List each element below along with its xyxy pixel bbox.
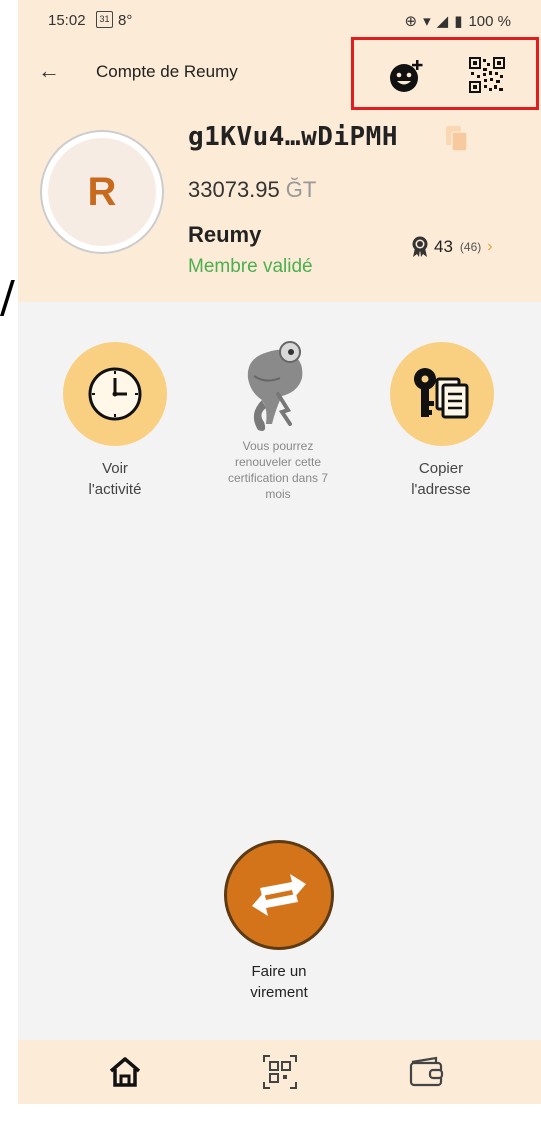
renew-certification-text: Vous pourrez renouveler cette certificat… (227, 439, 329, 501)
copy-address-label: Copier l'adresse (411, 460, 471, 498)
cert-count: 43 (434, 237, 453, 256)
stray-slash-mark: / (0, 272, 15, 323)
clock-icon (88, 367, 142, 421)
copy-icon[interactable] (444, 124, 470, 154)
battery-icon: ▮ (454, 13, 463, 30)
avatar-letter: R (87, 169, 117, 214)
wifi-icon: ▾ (423, 13, 431, 30)
copy-address-button[interactable] (390, 342, 494, 446)
avatar: R (40, 130, 164, 254)
transfer-arrows-icon (252, 874, 306, 916)
certification-badge-icon (412, 236, 428, 257)
wallet-icon[interactable] (406, 1052, 446, 1092)
balance-value: 33073.95 (188, 177, 280, 202)
certifications-link[interactable]: 43 (46) › (410, 236, 493, 258)
chameleon-illustration (247, 341, 303, 431)
battery-percent: 100 % (468, 12, 511, 30)
bottom-navigation (18, 1040, 541, 1104)
status-bar: 15:02 31 8° ⊕ ▾ ◢ ▮ 100 % (18, 0, 541, 42)
status-indicators: ⊕ ▾ ◢ ▮ 100 % (404, 12, 511, 31)
key-document-icon (414, 368, 469, 419)
signal-icon: ◢ (436, 13, 449, 30)
public-key: g1KVu4…wDiPMH (188, 122, 398, 152)
add-contact-icon[interactable] (388, 58, 424, 94)
chevron-right-icon: › (487, 238, 493, 255)
qr-code-icon[interactable] (468, 56, 506, 94)
home-icon[interactable] (105, 1052, 145, 1092)
phone-screen: 15:02 31 8° ⊕ ▾ ◢ ▮ 100 % ← Compte de Re… (18, 0, 541, 1104)
avatar-inner: R (48, 138, 156, 246)
transfer-button[interactable] (224, 840, 334, 950)
cert-total: (46) (459, 240, 482, 254)
member-status: Membre validé (188, 256, 313, 277)
view-activity-button[interactable] (63, 342, 167, 446)
location-icon: ⊕ (404, 13, 418, 30)
balance: 33073.95 ĞT (188, 177, 316, 203)
username: Reumy (188, 222, 262, 247)
status-temperature: 8° (118, 12, 133, 29)
highlight-box (351, 37, 539, 110)
view-activity-label: Voir l'activité (88, 460, 142, 498)
status-time: 15:02 (48, 12, 86, 29)
calendar-icon: 31 (96, 11, 113, 28)
qr-scan-icon[interactable] (260, 1052, 300, 1092)
transfer-label: Faire un virement (250, 963, 308, 1001)
page-title: Compte de Reumy (96, 62, 238, 81)
account-header: ← Compte de Reumy R g1KVu4…wDiPMH 33073.… (18, 37, 541, 302)
back-arrow-icon[interactable]: ← (38, 58, 60, 84)
balance-unit: ĞT (285, 177, 317, 202)
